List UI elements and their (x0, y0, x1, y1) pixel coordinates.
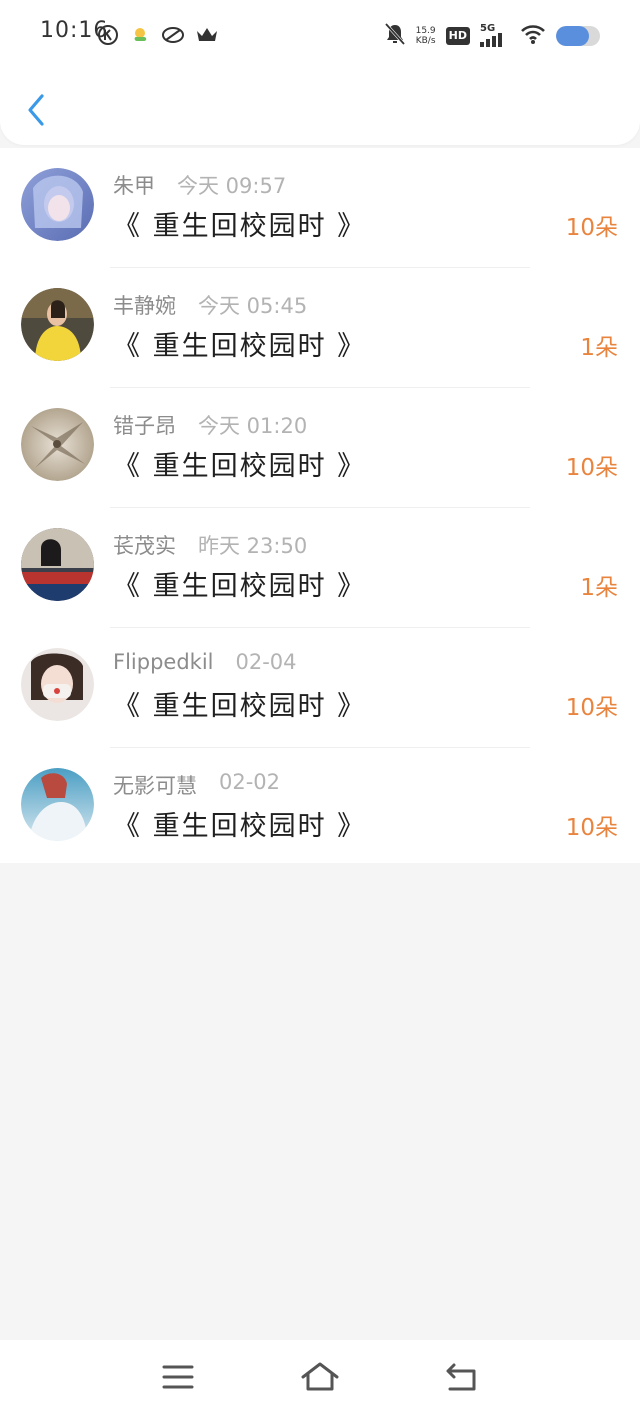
list-item[interactable]: 丰静婉 今天 05:45 《 重生回校园时 》 1朵 (0, 268, 640, 388)
avatar-image[interactable] (21, 408, 94, 481)
wifi-icon (520, 23, 546, 49)
net-speed-unit: KB/s (415, 36, 436, 46)
book-title: 《 重生回校园时 》 (113, 691, 367, 722)
item-meta: Flippedkil 02-04 (113, 650, 297, 674)
sender-name: 丰静婉 (113, 294, 176, 318)
hd-badge: HD (445, 27, 470, 45)
gift-record-list: 朱甲 今天 09:57 《 重生回校园时 》 10朵 丰静婉 今天 05:45 … (0, 148, 640, 863)
item-meta: 苌茂实 昨天 23:50 (113, 530, 307, 560)
book-title: 《 重生回校园时 》 (113, 211, 367, 242)
item-meta: 错子昂 今天 01:20 (113, 410, 307, 440)
net-speed: 15.9 KB/s (416, 26, 436, 46)
back-icon (446, 1363, 476, 1391)
book-title: 《 重生回校园时 》 (113, 331, 367, 362)
battery-level (556, 26, 589, 46)
send-time: 今天 01:20 (198, 414, 308, 438)
list-item[interactable]: 错子昂 今天 01:20 《 重生回校园时 》 10朵 (0, 388, 640, 508)
sender-name: 朱甲 (113, 174, 155, 198)
flower-amount: 10朵 (565, 455, 618, 481)
crown-icon (195, 25, 219, 49)
system-back-button[interactable] (438, 1355, 486, 1399)
home-button[interactable] (296, 1355, 344, 1399)
send-time: 02-04 (235, 650, 297, 674)
home-icon (301, 1362, 339, 1391)
battery-icon (556, 26, 600, 46)
avatar-image[interactable] (21, 528, 94, 601)
flower-amount: 10朵 (565, 215, 618, 241)
flower-amount: 1朵 (580, 335, 618, 361)
header: 10:16 15.9 KB/s HD 5G (0, 0, 640, 145)
item-meta: 丰静婉 今天 05:45 (113, 290, 307, 320)
sender-name: 错子昂 (113, 414, 176, 438)
avatar-image[interactable] (21, 168, 94, 241)
weather-icon (129, 24, 151, 50)
list-item[interactable]: 朱甲 今天 09:57 《 重生回校园时 》 10朵 (0, 148, 640, 268)
send-time: 02-02 (219, 770, 281, 794)
k-circle-icon (97, 24, 119, 50)
signal-bars-icon (480, 33, 502, 47)
sender-name: 苌茂实 (113, 534, 176, 558)
status-right-icons: 15.9 KB/s HD 5G (384, 22, 600, 50)
status-bar: 10:16 15.9 KB/s HD 5G (0, 0, 640, 70)
send-time: 昨天 23:50 (198, 534, 308, 558)
cell-signal: 5G (480, 23, 510, 47)
chevron-left-icon (28, 94, 44, 126)
list-item[interactable]: Flippedkil 02-04 《 重生回校园时 》 10朵 (0, 628, 640, 748)
back-button[interactable] (20, 90, 52, 130)
sender-name: 无影可慧 (113, 774, 197, 798)
menu-icon (162, 1365, 194, 1389)
item-meta: 无影可慧 02-02 (113, 770, 280, 800)
avatar-image[interactable] (21, 768, 94, 841)
system-nav-bar (0, 1340, 640, 1415)
item-meta: 朱甲 今天 09:57 (113, 170, 286, 200)
flower-amount: 10朵 (565, 695, 618, 721)
avatar-image[interactable] (21, 288, 94, 361)
list-item[interactable]: 苌茂实 昨天 23:50 《 重生回校园时 》 1朵 (0, 508, 640, 628)
book-title: 《 重生回校园时 》 (113, 451, 367, 482)
sender-name: Flippedkil (113, 650, 214, 674)
send-time: 今天 09:57 (177, 174, 287, 198)
flower-amount: 1朵 (580, 575, 618, 601)
flower-amount: 10朵 (565, 815, 618, 841)
list-item[interactable]: 无影可慧 02-02 《 重生回校园时 》 10朵 (0, 748, 640, 868)
avatar-image[interactable] (21, 648, 94, 721)
mute-bell-icon (384, 22, 406, 50)
status-left-icons (97, 24, 219, 50)
app-icon (161, 24, 185, 50)
book-title: 《 重生回校园时 》 (113, 811, 367, 842)
net-speed-value: 15.9 (415, 26, 436, 36)
book-title: 《 重生回校园时 》 (113, 571, 367, 602)
menu-button[interactable] (154, 1355, 202, 1399)
send-time: 今天 05:45 (198, 294, 308, 318)
